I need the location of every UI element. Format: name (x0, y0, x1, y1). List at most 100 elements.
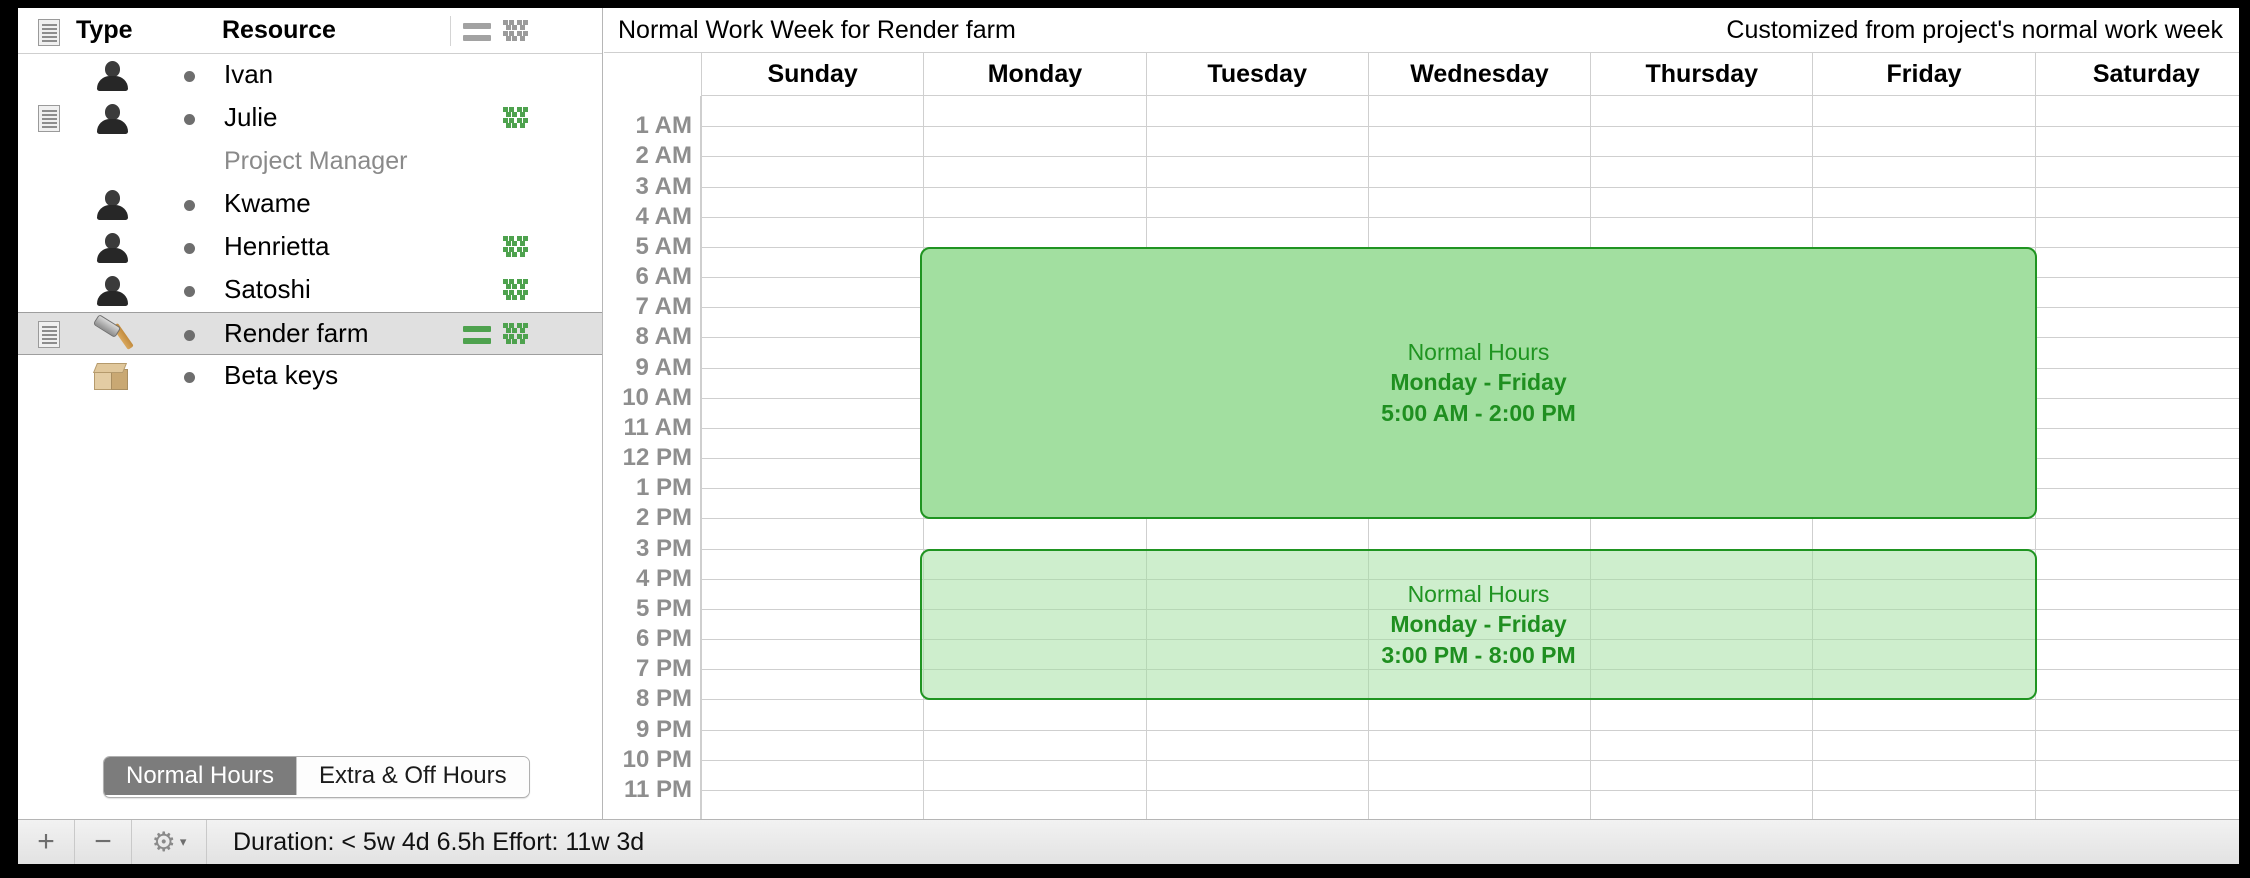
event-title: Normal Hours (1407, 580, 1550, 607)
grid-day-line (701, 96, 702, 820)
resource-list-pane: Type Resource Ivan Julie Project Manager… (18, 8, 603, 820)
hours-mode-segmented-control[interactable]: Normal Hours Extra & Off Hours (103, 756, 530, 798)
person-icon (92, 275, 132, 307)
time-label-9-am: 9 AM (635, 353, 692, 381)
time-label-8-am: 8 AM (635, 323, 692, 351)
time-label-12-pm: 12 PM (622, 444, 692, 471)
calendar-title-bar: Normal Work Week for Render farm Customi… (604, 8, 2239, 53)
resource-role-row: Project Manager (18, 140, 602, 183)
time-label-6-am: 6 AM (635, 263, 692, 290)
row-bullet-icon (184, 200, 195, 211)
work-week-editor-window: Type Resource Ivan Julie Project Manager… (18, 8, 2239, 864)
day-header-friday: Friday (1812, 53, 2035, 96)
resource-row-satoshi[interactable]: Satoshi (18, 269, 602, 312)
time-label-7-pm: 7 PM (635, 655, 692, 683)
gear-icon: ⚙ (151, 826, 176, 857)
time-label-4-am: 4 AM (635, 202, 692, 230)
day-header-monday: Monday (923, 53, 1146, 96)
row-bullet-icon (184, 71, 195, 82)
time-label-8-pm: 8 PM (635, 685, 692, 713)
resource-name: Render farm (224, 318, 369, 348)
resource-row-beta-keys[interactable]: Beta keys (18, 355, 602, 398)
grid-hour-line (701, 126, 2239, 127)
calendar-grid[interactable]: Normal Hours Monday - Friday 5:00 AM - 2:0… (701, 96, 2239, 820)
work-hours-event[interactable]: Normal Hours Monday - Friday 5:00 AM - 2:0… (920, 247, 2037, 519)
row-bullet-icon (184, 114, 195, 125)
row-work-week-icon[interactable] (503, 107, 529, 131)
resource-row-render-farm[interactable]: Render farm (18, 312, 602, 355)
segment-normal-hours[interactable]: Normal Hours (104, 757, 297, 795)
row-note-icon[interactable] (38, 321, 60, 348)
time-label-10-am: 10 AM (622, 383, 692, 411)
resource-name: Kwame (224, 188, 311, 218)
person-icon (92, 189, 132, 221)
row-work-week-icon[interactable] (503, 279, 529, 303)
box-icon (92, 361, 132, 393)
time-label-6-pm: 6 PM (635, 625, 692, 652)
person-icon (92, 232, 132, 264)
time-label-5-am: 5 AM (635, 232, 692, 260)
column-header-resource[interactable]: Resource (222, 8, 336, 53)
calendar-subtitle: Customized from project's normal work we… (1726, 16, 2223, 44)
grid-hour-line (701, 760, 2239, 761)
actions-menu-button[interactable]: ⚙ ▾ (132, 820, 207, 864)
minus-icon: − (94, 825, 112, 858)
column-header-bars-icon[interactable] (463, 23, 491, 41)
row-bullet-icon (184, 372, 195, 383)
plus-icon: + (37, 825, 55, 858)
row-work-week-icon[interactable] (503, 323, 529, 347)
calendar-title: Normal Work Week for Render farm (618, 16, 1016, 44)
resource-list-header: Type Resource (18, 8, 602, 54)
resource-row-henrietta[interactable]: Henrietta (18, 226, 602, 269)
remove-resource-button[interactable]: − (75, 820, 132, 864)
time-label-5-pm: 5 PM (635, 594, 692, 622)
row-bullet-icon (184, 243, 195, 254)
row-bullet-icon (184, 286, 195, 297)
person-icon (92, 103, 132, 135)
hammer-icon (92, 314, 134, 351)
segment-extra-off-hours[interactable]: Extra & Off Hours (296, 757, 529, 795)
chevron-down-icon: ▾ (179, 834, 187, 849)
resource-row-kwame[interactable]: Kwame (18, 183, 602, 226)
resource-name: Satoshi (224, 274, 311, 304)
grid-hour-line (701, 187, 2239, 188)
grid-hour-line (701, 156, 2239, 157)
resource-name: Ivan (224, 59, 274, 89)
time-axis-gutter: 1 AM 2 AM 3 AM 4 AM 5 AM 6 AM 7 AM 8 AM 9 AM 10 A… (604, 96, 701, 820)
time-label-11-am: 11 AM (623, 413, 692, 441)
time-label-4-pm: 4 PM (635, 564, 692, 592)
bottom-toolbar: + − ⚙ ▾ Duration: < 5w 4d 6.5h Effort: 1… (18, 819, 2239, 864)
resource-name: Julie (224, 102, 278, 132)
event-title: Normal Hours (1407, 339, 1550, 365)
grid-hour-line (701, 217, 2239, 218)
time-label-3-am: 3 AM (635, 172, 692, 200)
row-work-week-icon[interactable] (503, 236, 529, 260)
time-label-11-pm: 11 PM (623, 775, 692, 803)
resource-rows: Ivan Julie Project Manager Kwame Henrietta Sa… (18, 54, 602, 398)
day-header-saturday: Saturday (2034, 53, 2239, 96)
day-header-tuesday: Tuesday (1145, 53, 1368, 96)
calendar-body: Sunday Monday Tuesday Wednesday Thursday Frid… (604, 53, 2239, 820)
work-hours-event[interactable]: Normal Hours Monday - Friday 3:00 PM - 8:0… (920, 549, 2037, 700)
resource-name: Beta keys (224, 360, 339, 390)
time-label-2-am: 2 AM (635, 142, 692, 170)
time-label-9-pm: 9 PM (635, 715, 692, 743)
time-label-1-pm: 1 PM (635, 474, 692, 502)
note-column-icon[interactable] (38, 19, 60, 46)
resource-name: Henrietta (224, 231, 330, 261)
time-label-10-pm: 10 PM (622, 745, 692, 773)
day-header-thursday: Thursday (1590, 53, 1813, 96)
event-days: Monday - Friday (1390, 610, 1567, 637)
row-note-icon[interactable] (38, 105, 60, 132)
work-week-calendar: Normal Work Week for Render farm Customi… (604, 8, 2239, 820)
column-header-work-week-icon[interactable] (503, 20, 529, 44)
time-label-2-pm: 2 PM (635, 504, 692, 532)
column-header-type[interactable]: Type (76, 8, 133, 53)
row-bars-icon[interactable] (463, 326, 491, 344)
row-bullet-icon (184, 330, 195, 341)
header-divider (450, 16, 451, 46)
resource-role-label: Project Manager (224, 147, 408, 175)
resource-row-julie[interactable]: Julie (18, 97, 602, 140)
resource-row-ivan[interactable]: Ivan (18, 54, 602, 97)
add-resource-button[interactable]: + (18, 820, 75, 864)
